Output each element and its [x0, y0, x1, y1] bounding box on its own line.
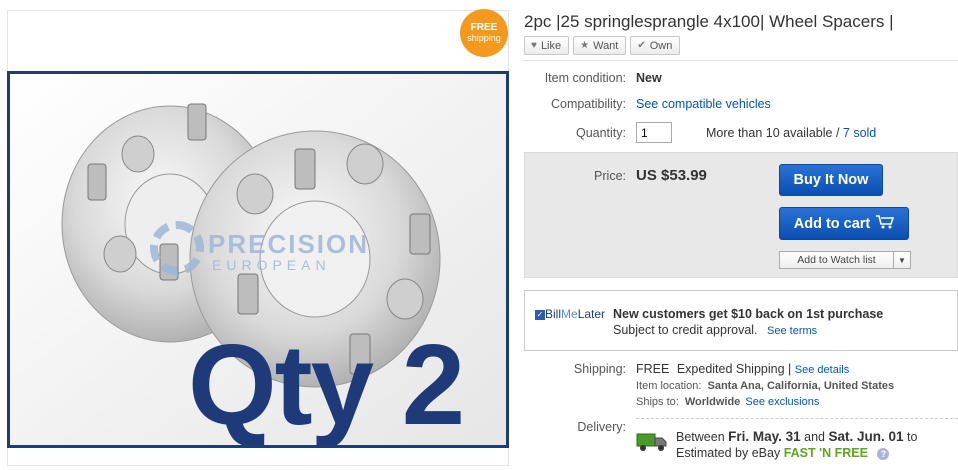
- gear-icon: [150, 221, 204, 275]
- own-label: Own: [649, 39, 673, 52]
- check-icon: ✔: [637, 40, 646, 51]
- delivery-label: Delivery:: [577, 420, 626, 434]
- product-photo[interactable]: PRECISION EUROPEAN Qty 2: [7, 71, 509, 448]
- own-button[interactable]: ✔ Own: [630, 36, 681, 55]
- free-shipping-badge: FREE shipping: [460, 9, 508, 57]
- chevron-down-icon[interactable]: ▼: [894, 256, 910, 265]
- social-buttons: ♥ Like ★ Want ✔ Own: [524, 36, 681, 55]
- delivery-between: Between: [676, 430, 725, 444]
- badge-line1: FREE: [470, 22, 498, 33]
- bml-subtext-row: Subject to credit approval. See terms: [613, 323, 817, 337]
- buy-it-now-button[interactable]: Buy It Now: [779, 164, 883, 196]
- compatibility-label: Compatibility:: [550, 97, 626, 111]
- ships-to-value: Worldwide: [684, 396, 741, 408]
- delivery-box: Between Fri. May. 31 and Sat. Jun. 01 to…: [636, 418, 958, 470]
- bml-me: Me: [561, 307, 578, 321]
- help-icon[interactable]: ?: [877, 447, 890, 460]
- compatible-vehicles-link[interactable]: See compatible vehicles: [636, 97, 771, 111]
- watermark-line2: EUROPEAN: [212, 257, 331, 273]
- delivery-and: and: [804, 430, 826, 444]
- estimated-text: Estimated by eBay: [676, 446, 781, 460]
- price-value: US $53.99: [636, 167, 707, 184]
- badge-line2: shipping: [467, 33, 501, 43]
- ships-to-row: Ships to: Worldwide See exclusions: [636, 396, 819, 408]
- quantity-input[interactable]: [636, 122, 672, 143]
- shipping-value: FREE Expedited Shipping | See details: [636, 362, 849, 376]
- star-icon: ★: [580, 40, 590, 51]
- delivery-date-to: Sat. Jun. 01: [828, 429, 904, 444]
- bml-later: Later: [577, 307, 606, 321]
- condition-label: Item condition:: [544, 71, 626, 85]
- buy-it-now-label: Buy It Now: [793, 172, 869, 188]
- add-to-watch-list-button[interactable]: Add to Watch list ▼: [779, 251, 911, 269]
- quantity-label: Quantity:: [575, 126, 626, 140]
- item-location-value: Santa Ana, California, United States: [707, 380, 895, 392]
- want-button[interactable]: ★ Want: [573, 36, 627, 55]
- add-to-cart-button[interactable]: Add to cart: [779, 207, 909, 240]
- qty-overlay-text: Qty 2: [188, 322, 465, 448]
- heart-icon: ♥: [531, 40, 537, 51]
- want-label: Want: [593, 39, 619, 52]
- price-label: Price:: [594, 169, 626, 183]
- item-title: 2pc |25 springlesprangle 4x100| Wheel Sp…: [524, 12, 894, 31]
- delivery-date-from: Fri. May. 31: [728, 429, 801, 444]
- delivery-dates: Between Fri. May. 31 and Sat. Jun. 01 to: [676, 429, 917, 444]
- bml-bill: Bill: [545, 307, 562, 321]
- bml-headline: New customers get $10 back on 1st purcha…: [613, 307, 884, 321]
- cart-icon: [876, 214, 895, 233]
- like-label: Like: [540, 39, 562, 52]
- see-terms-link[interactable]: See terms: [767, 325, 817, 337]
- shipping-method: Expedited Shipping: [676, 362, 785, 376]
- condition-value: New: [636, 71, 662, 85]
- see-exclusions-link[interactable]: See exclusions: [745, 396, 819, 408]
- checkbox-icon: ✓: [535, 309, 545, 320]
- divider: [524, 60, 958, 61]
- watch-list-label: Add to Watch list: [780, 252, 894, 268]
- see-details-link[interactable]: See details: [795, 364, 849, 376]
- watermark-line1: PRECISION: [208, 229, 370, 259]
- availability-label: More than 10 available /: [706, 126, 843, 140]
- delivery-to: to: [907, 430, 918, 444]
- billmelater-logo: ✓ BillMeLater: [535, 307, 605, 321]
- like-button[interactable]: ♥ Like: [524, 36, 570, 55]
- add-to-cart-label: Add to cart: [793, 215, 871, 232]
- item-location-label: Item location:: [636, 380, 702, 392]
- shipping-pipe: |: [788, 362, 792, 376]
- shipping-label: Shipping:: [573, 362, 626, 376]
- bml-subtext: Subject to credit approval.: [613, 323, 758, 337]
- fast-n-free: FAST 'N FREE: [783, 446, 868, 460]
- shipping-free: FREE: [636, 362, 670, 376]
- ships-to-label: Ships to:: [636, 396, 679, 408]
- truck-icon: [636, 433, 667, 451]
- item-location-row: Item location: Santa Ana, California, Un…: [636, 380, 894, 392]
- availability-text: More than 10 available / 7 sold: [706, 126, 876, 140]
- delivery-estimate: Estimated by eBay FAST 'N FREE ?: [676, 446, 890, 460]
- sold-count-link[interactable]: 7 sold: [843, 126, 876, 140]
- billmelater-promo: ✓ BillMeLater New customers get $10 back …: [524, 290, 958, 351]
